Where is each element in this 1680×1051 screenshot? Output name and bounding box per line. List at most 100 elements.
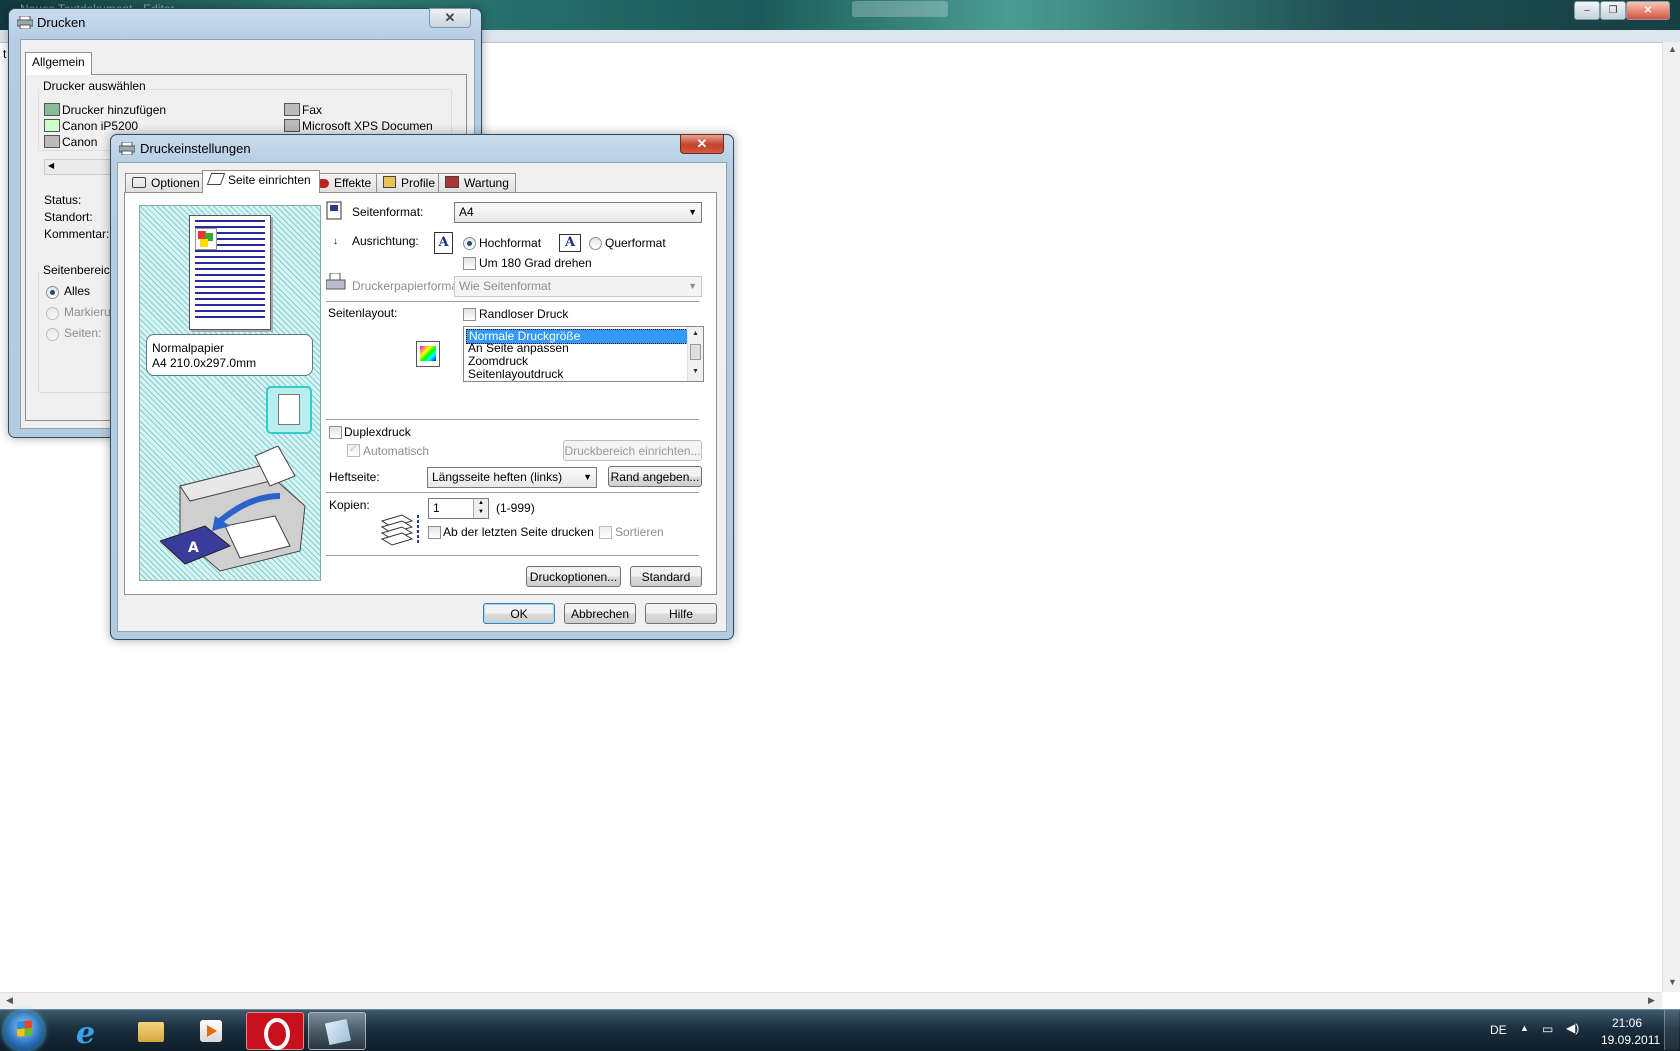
settings-close-button[interactable]: ✕: [680, 134, 724, 154]
range-selection-radio[interactable]: [46, 307, 59, 320]
scroll-left-icon[interactable]: ◀: [48, 161, 54, 170]
windows-start-icon[interactable]: [4, 1011, 44, 1051]
taskbar: e DE ▲ ▭ ◀) 21:06 19.09.2011: [0, 1009, 1680, 1051]
internet-explorer-icon[interactable]: e: [62, 1012, 118, 1051]
copies-value: 1: [433, 501, 440, 515]
reverse-order-label: Ab der letzten Seite drucken: [443, 525, 594, 539]
restore-button[interactable]: ❐: [1600, 1, 1626, 20]
page-preview: [189, 215, 271, 330]
printer-paper-value: Wie Seitenformat: [459, 279, 552, 293]
page-layout-label: Seitenlayout:: [328, 306, 398, 320]
orientation-label: Ausrichtung:: [352, 234, 419, 248]
range-all-radio[interactable]: [46, 286, 59, 299]
printer-fax-item[interactable]: Fax: [284, 103, 322, 117]
separator: [326, 555, 699, 557]
scroll-right-icon[interactable]: ▶: [1648, 995, 1655, 1006]
language-indicator[interactable]: DE: [1490, 1023, 1507, 1037]
reverse-order-checkbox[interactable]: [428, 526, 441, 539]
chevron-down-icon: ▼: [688, 281, 697, 291]
borderless-checkbox[interactable]: [463, 308, 476, 321]
printer-add-item[interactable]: Drucker hinzufügen: [44, 103, 166, 117]
copies-range: (1-999): [496, 501, 535, 515]
automatic-checkbox[interactable]: [347, 442, 360, 457]
orientation-arrow-icon: ↓: [333, 236, 338, 247]
media-player-icon[interactable]: [182, 1012, 238, 1048]
add-printer-icon: [44, 103, 60, 116]
scroll-left-icon[interactable]: ◀: [6, 995, 13, 1006]
printer-group-label: Drucker auswählen: [40, 79, 149, 93]
margin-button[interactable]: Rand angeben...: [608, 466, 702, 487]
tab-profile-label: Profile: [401, 176, 436, 190]
portrait-radio[interactable]: [463, 237, 476, 250]
stapling-select[interactable]: Längsseite heften (links) ▼: [427, 467, 597, 488]
ok-button[interactable]: OK: [483, 603, 555, 624]
tab-wartung-label: Wartung: [464, 176, 509, 190]
scroll-down-icon[interactable]: ▼: [1668, 977, 1677, 987]
copies-stepper[interactable]: 1 ▲ ▼: [428, 498, 489, 519]
settings-dialog-title: Druckeinstellungen: [140, 141, 251, 156]
tab-seite-einrichten[interactable]: Seite einrichten: [202, 170, 320, 193]
tab-effekte-label: Effekte: [334, 176, 372, 190]
tab-allgemein[interactable]: Allgemein: [25, 52, 92, 75]
rotate-180-label: Um 180 Grad drehen: [479, 256, 592, 270]
notepad-icon[interactable]: [308, 1012, 366, 1050]
page-size-icon: [326, 201, 342, 220]
copies-stack-icon: [380, 514, 419, 546]
cancel-button[interactable]: Abbrechen: [564, 603, 636, 624]
help-button[interactable]: Hilfe: [645, 603, 717, 624]
profile-tab-icon: [383, 176, 396, 188]
page-size-label: Seitenformat:: [352, 205, 424, 219]
default-button[interactable]: Standard: [630, 566, 702, 587]
show-hidden-icons-icon[interactable]: ▲: [1520, 1023, 1529, 1033]
rotate-180-checkbox[interactable]: [463, 257, 476, 270]
horizontal-scrollbar[interactable]: ◀ ▶: [0, 992, 1662, 1010]
print-options-button[interactable]: Druckoptionen...: [526, 566, 621, 587]
printer-paper-select[interactable]: Wie Seitenformat ▼: [454, 276, 702, 297]
tab-effekte[interactable]: Effekte: [310, 173, 386, 193]
clock-date[interactable]: 19.09.2011: [1601, 1033, 1660, 1047]
print-area-button[interactable]: Druckbereich einrichten...: [563, 440, 702, 461]
scroll-up-icon[interactable]: ▲: [1668, 44, 1677, 54]
volume-icon[interactable]: ◀): [1566, 1021, 1579, 1035]
svg-text:A: A: [188, 540, 199, 556]
tab-optionen[interactable]: Optionen: [125, 173, 212, 193]
stapling-label: Heftseite:: [329, 470, 380, 484]
layout-list-scrollbar[interactable]: ▲ ▼: [687, 327, 703, 381]
scroll-down-icon[interactable]: ▼: [692, 368, 699, 375]
clock-time[interactable]: 21:06: [1612, 1016, 1642, 1030]
maintenance-tab-icon: [445, 176, 459, 188]
window-close-button[interactable]: ✕: [1626, 1, 1670, 20]
printer-canon-item[interactable]: Canon iP5200: [44, 119, 138, 133]
layout-option-page-layout[interactable]: Seitenlayoutdruck: [466, 368, 688, 381]
scroll-thumb[interactable]: [690, 344, 701, 360]
vertical-scrollbar[interactable]: ▲ ▼: [1662, 42, 1680, 992]
opera-icon[interactable]: [246, 1012, 304, 1050]
collate-checkbox[interactable]: [599, 526, 612, 539]
printer-xps-item[interactable]: Microsoft XPS Documen: [284, 119, 433, 133]
tab-seite-einrichten-label: Seite einrichten: [228, 173, 311, 187]
chevron-down-icon: ▼: [688, 207, 697, 217]
fax-icon: [284, 103, 300, 116]
page-layout-list[interactable]: Normale Druckgröße An Seite anpassen Zoo…: [463, 326, 704, 382]
page-size-select[interactable]: A4 ▼: [454, 202, 702, 223]
location-label: Standort:: [44, 210, 93, 224]
range-pages-radio[interactable]: [46, 328, 59, 341]
network-icon[interactable]: ▭: [1542, 1022, 1553, 1036]
automatic-label: Automatisch: [363, 444, 430, 458]
paper-info-box: Normalpapier A4 210.0x297.0mm: [146, 334, 313, 376]
duplex-checkbox[interactable]: [329, 426, 342, 439]
landscape-radio[interactable]: [589, 237, 602, 250]
stepper-arrows-icon[interactable]: ▲ ▼: [473, 499, 488, 518]
tab-wartung[interactable]: Wartung: [438, 173, 516, 193]
printer-icon: [17, 16, 33, 29]
windows-explorer-icon[interactable]: [122, 1012, 178, 1048]
canon2-printer-icon: [44, 135, 60, 148]
page-setup-tab-icon: [206, 173, 226, 185]
scroll-up-icon[interactable]: ▲: [692, 330, 699, 337]
show-desktop-button[interactable]: [1664, 1010, 1679, 1050]
editor-text[interactable]: t: [3, 47, 6, 61]
printer-canon2-item[interactable]: Canon: [44, 135, 97, 149]
minimize-button[interactable]: –: [1574, 1, 1600, 20]
print-dialog-close-button[interactable]: ✕: [429, 8, 471, 28]
collate-label: Sortieren: [615, 525, 664, 539]
